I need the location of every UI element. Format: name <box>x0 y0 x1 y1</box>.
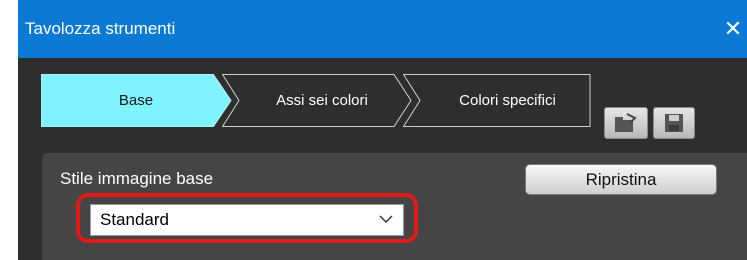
load-settings-button[interactable] <box>604 107 648 139</box>
palette-content: Base Assi sei colori Colori specifici St… <box>18 58 747 260</box>
close-icon[interactable]: ✕ <box>719 12 747 46</box>
picture-style-select[interactable]: Standard <box>90 204 404 236</box>
chevron-down-icon <box>379 215 393 224</box>
tab-assi-label: Assi sei colori <box>276 92 368 109</box>
reset-button[interactable]: Ripristina <box>525 164 717 195</box>
folder-refresh-icon <box>615 113 637 132</box>
tab-base[interactable]: Base <box>41 74 233 127</box>
tab-base-label: Base <box>118 92 154 109</box>
tab-assi-sei-colori[interactable]: Assi sei colori <box>222 74 412 127</box>
window-title: Tavolozza strumenti <box>25 19 176 38</box>
tab-colori-specifici[interactable]: Colori specifici <box>403 74 593 127</box>
tool-palette-window: Tavolozza strumenti ✕ Base Assi sei colo… <box>18 0 747 260</box>
select-value: Standard <box>100 210 169 229</box>
section-label-base-style: Stile immagine base <box>60 169 214 188</box>
tab-colori-label: Colori specifici <box>459 92 556 109</box>
save-icon <box>665 114 683 132</box>
base-style-panel: Stile immagine base Ripristina Standard <box>42 153 747 260</box>
save-settings-button[interactable] <box>653 107 695 139</box>
title-bar: Tavolozza strumenti ✕ <box>18 0 747 58</box>
